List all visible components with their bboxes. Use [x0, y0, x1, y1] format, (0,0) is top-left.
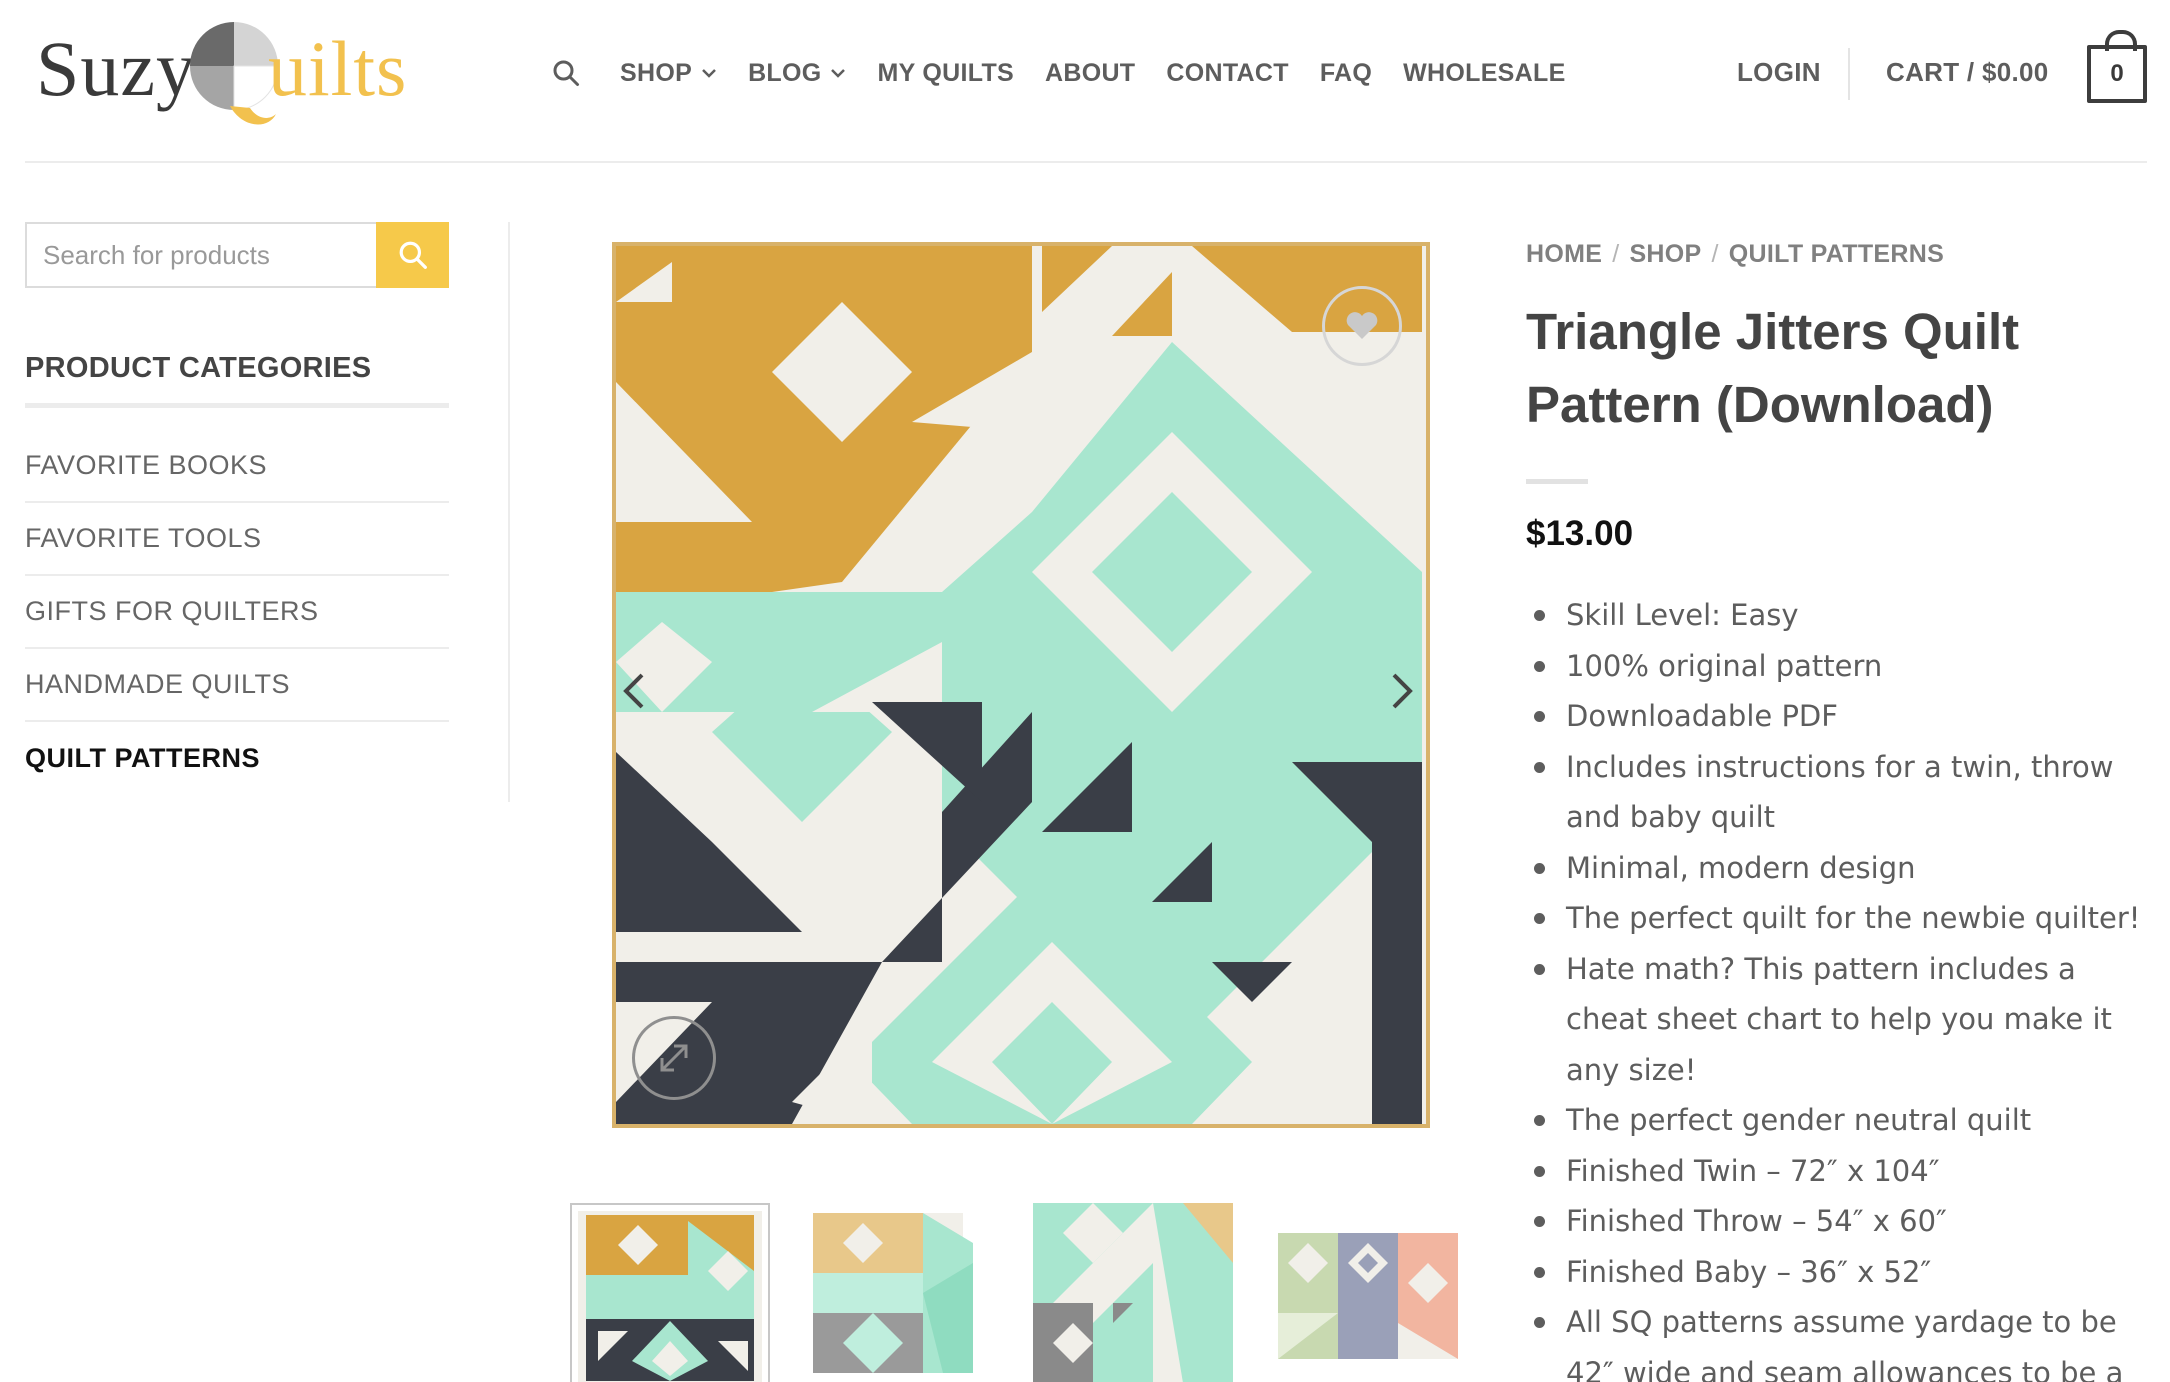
nav-blog-label: BLOG [748, 58, 822, 87]
feature-item: All SQ patterns assume yardage to be 42″… [1526, 1297, 2156, 1382]
nav-wholesale[interactable]: WHOLESALE [1403, 59, 1565, 88]
gallery-thumbnail-4[interactable] [1268, 1203, 1468, 1382]
site-logo[interactable]: Suzy uilts [36, 14, 416, 132]
logo-text-suzy: Suzy [36, 25, 196, 112]
product-search-input[interactable] [25, 222, 376, 288]
product-main-image[interactable] [612, 242, 1430, 1128]
sidebar-divider [508, 222, 510, 802]
breadcrumb-shop[interactable]: SHOP [1629, 240, 1701, 268]
search-icon [399, 241, 427, 269]
sidebar: PRODUCT CATEGORIES FAVORITE BOOKS FAVORI… [25, 222, 449, 795]
search-icon[interactable] [552, 59, 580, 87]
feature-item: Minimal, modern design [1526, 843, 2156, 894]
nav-faq[interactable]: FAQ [1320, 59, 1372, 88]
category-favorite-books[interactable]: FAVORITE BOOKS [25, 430, 449, 503]
header-divider [1848, 48, 1850, 100]
login-link[interactable]: LOGIN [1737, 57, 1821, 88]
product-title-line-1: Triangle Jitters Quilt [1526, 303, 2020, 360]
breadcrumb: HOME / SHOP / QUILT PATTERNS [1526, 240, 2156, 269]
breadcrumb-home[interactable]: HOME [1526, 240, 1602, 268]
product-price: $13.00 [1526, 514, 1634, 553]
category-list: FAVORITE BOOKS FAVORITE TOOLS GIFTS FOR … [25, 430, 449, 795]
title-divider [1526, 479, 1588, 484]
breadcrumb-separator: / [1711, 240, 1719, 268]
gallery-next-arrow-icon[interactable] [1382, 660, 1422, 722]
zoom-expand-icon[interactable] [632, 1016, 716, 1100]
category-favorite-tools[interactable]: FAVORITE TOOLS [25, 503, 449, 576]
feature-item: Finished Baby – 36″ x 52″ [1526, 1247, 2156, 1298]
nav-contact[interactable]: CONTACT [1166, 59, 1288, 88]
product-search-button[interactable] [376, 222, 449, 288]
breadcrumb-quilt-patterns[interactable]: QUILT PATTERNS [1729, 240, 1944, 268]
nav-about[interactable]: ABOUT [1045, 59, 1135, 88]
feature-item: Finished Throw – 54″ x 60″ [1526, 1196, 2156, 1247]
nav-shop[interactable]: SHOP [620, 59, 717, 88]
gallery-thumbnail-1[interactable] [570, 1203, 770, 1382]
logo-text-uilts: uilts [268, 25, 408, 112]
product-title: Triangle Jitters Quilt Pattern (Download… [1526, 295, 2156, 441]
nav-shop-label: SHOP [620, 58, 693, 87]
header-divider-line [25, 161, 2147, 163]
feature-item: The perfect quilt for the newbie quilter… [1526, 893, 2156, 944]
gallery-thumbnail-3[interactable] [1033, 1203, 1233, 1382]
category-gifts-for-quilters[interactable]: GIFTS FOR QUILTERS [25, 576, 449, 649]
chevron-down-icon [701, 68, 717, 78]
site-header: Suzy uilts SHOP BLOG MY QUILTS ABOUT CON… [0, 0, 2170, 163]
feature-item: Downloadable PDF [1526, 691, 2156, 742]
chevron-down-icon [830, 68, 846, 78]
cart-link[interactable]: CART / $0.00 [1886, 57, 2049, 88]
feature-item: The perfect gender neutral quilt [1526, 1095, 2156, 1146]
product-categories-heading: PRODUCT CATEGORIES [25, 352, 372, 384]
product-title-line-2: Pattern (Download) [1526, 376, 1994, 433]
wishlist-heart-icon[interactable] [1322, 286, 1402, 366]
main-navigation: SHOP BLOG MY QUILTS ABOUT CONTACT FAQ WH… [552, 50, 1597, 96]
product-search-form [25, 222, 449, 288]
feature-item: Hate math? This pattern includes a cheat… [1526, 944, 2156, 1096]
feature-item: 100% original pattern [1526, 641, 2156, 692]
nav-my-quilts[interactable]: MY QUILTS [877, 59, 1014, 88]
feature-item: Includes instructions for a twin, throw … [1526, 742, 2156, 843]
gallery-thumbnail-2[interactable] [803, 1203, 1003, 1382]
categories-divider [25, 403, 449, 408]
gallery-prev-arrow-icon[interactable] [614, 660, 654, 722]
nav-blog[interactable]: BLOG [748, 59, 846, 88]
feature-item: Finished Twin – 72″ x 104″ [1526, 1146, 2156, 1197]
category-quilt-patterns[interactable]: QUILT PATTERNS [25, 722, 449, 795]
cart-count: 0 [2110, 60, 2124, 87]
cart-count-icon[interactable]: 0 [2087, 30, 2147, 103]
category-handmade-quilts[interactable]: HANDMADE QUILTS [25, 649, 449, 722]
product-summary: HOME / SHOP / QUILT PATTERNS Triangle Jitter… [1526, 240, 2156, 1382]
breadcrumb-separator: / [1612, 240, 1620, 268]
product-feature-list: Skill Level: Easy 100% original pattern … [1526, 590, 2156, 1382]
feature-item: Skill Level: Easy [1526, 590, 2156, 641]
